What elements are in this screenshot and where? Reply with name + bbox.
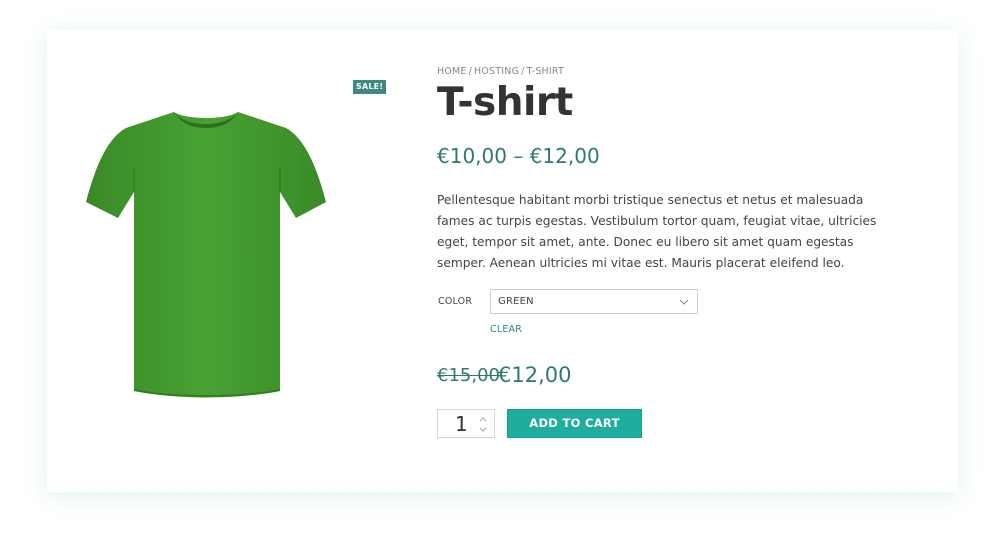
breadcrumb-current: T-SHIRT [526,66,565,77]
color-label: COLOR [438,296,473,307]
page: SALE! HOME / HOSTING / T-SHIRT T-shirt €10,0… [0,0,1000,546]
breadcrumb-separator: / [468,66,473,77]
breadcrumb: HOME / HOSTING / T-SHIRT [437,66,564,77]
chevron-up-icon[interactable] [478,415,488,424]
breadcrumb-separator: / [521,66,525,77]
old-price: €15,00 [437,365,500,386]
product-title: T-shirt [437,80,573,125]
quantity-stepper[interactable]: 1 [437,409,495,438]
quantity-value: 1 [455,412,468,436]
breadcrumb-hosting[interactable]: HOSTING [474,66,519,77]
clear-link[interactable]: CLEAR [490,324,522,335]
price-range: €10,00 – €12,00 [437,144,600,168]
tshirt-icon [86,112,326,398]
chevron-down-icon[interactable] [478,425,488,434]
sale-price: €12,00 [498,363,572,387]
color-select-value: GREEN [498,296,534,307]
add-to-cart-button[interactable]: ADD TO CART [507,409,642,438]
breadcrumb-home[interactable]: HOME [437,66,467,77]
sale-badge: SALE! [353,80,387,94]
chevron-down-icon [679,299,689,305]
color-select[interactable]: GREEN [490,289,698,314]
product-description: Pellentesque habitant morbi tristique se… [437,193,877,270]
